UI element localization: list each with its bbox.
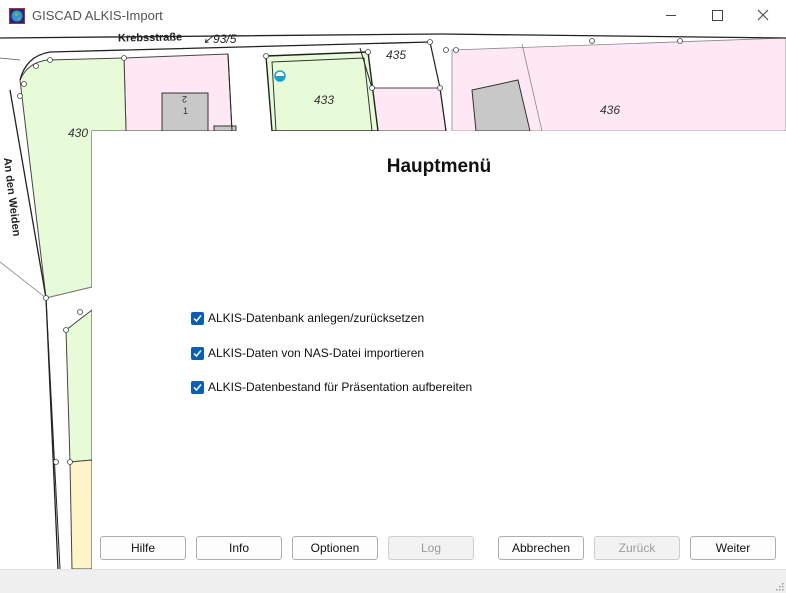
street-label: Krebsstraße <box>117 31 183 45</box>
option-import-nas[interactable]: ALKIS-Daten von NAS-Datei importieren <box>191 345 424 361</box>
minimize-button[interactable] <box>648 0 694 31</box>
app-globe-icon <box>9 8 25 24</box>
checkbox-prepare-presentation[interactable] <box>191 380 204 394</box>
status-bar <box>0 569 786 593</box>
option-create-database[interactable]: ALKIS-Datenbank anlegen/zurücksetzen <box>191 310 424 326</box>
main-menu-panel: Hauptmenü ALKIS-Datenbank anlegen/zurück… <box>92 131 786 569</box>
page-title: Hauptmenü <box>386 156 492 177</box>
minimize-icon <box>666 15 676 16</box>
options-button[interactable]: Optionen <box>292 536 378 560</box>
log-button[interactable]: Log <box>388 536 474 560</box>
parcel-yellow-lower <box>69 459 93 569</box>
window-title: GISCAD ALKIS-Import <box>32 8 163 23</box>
info-button[interactable]: Info <box>196 536 282 560</box>
cancel-button[interactable]: Abbrechen <box>498 536 584 560</box>
option-prepare-presentation[interactable]: ALKIS-Datenbestand für Präsentation aufb… <box>191 379 472 395</box>
checkmark-icon <box>193 383 202 391</box>
parcel-label-436: 436 <box>600 103 621 117</box>
next-button[interactable]: Weiter <box>690 536 776 560</box>
building-mark-upper: 2 <box>182 94 188 104</box>
parcel-label-433: 433 <box>314 93 335 107</box>
option-label: ALKIS-Daten von NAS-Datei importieren <box>208 346 425 360</box>
checkmark-icon <box>193 349 202 357</box>
building-mark-lower: 1 <box>183 106 189 116</box>
option-label: ALKIS-Datenbank anlegen/zurücksetzen <box>208 311 425 325</box>
parcel-pink-middle <box>371 87 447 132</box>
maximize-icon <box>712 10 723 21</box>
title-bar: GISCAD ALKIS-Import <box>0 0 786 31</box>
resize-grip-icon[interactable] <box>774 581 784 591</box>
back-button[interactable]: Zurück <box>594 536 680 560</box>
close-button[interactable] <box>740 0 786 31</box>
checkbox-create-database[interactable] <box>191 311 204 325</box>
checkmark-icon <box>193 314 202 322</box>
close-icon <box>757 9 769 21</box>
checkbox-import-nas[interactable] <box>191 346 204 360</box>
parcel-green-lower <box>65 308 93 463</box>
option-label: ALKIS-Datenbestand für Präsentation aufb… <box>208 380 473 394</box>
parcel-label-435: 435 <box>386 48 407 62</box>
street-number-label: ↙93/5 <box>203 32 237 46</box>
help-button[interactable]: Hilfe <box>100 536 186 560</box>
parcel-433-area <box>265 51 379 132</box>
maximize-button[interactable] <box>694 0 740 31</box>
parcel-label-430: 430 <box>68 126 89 140</box>
